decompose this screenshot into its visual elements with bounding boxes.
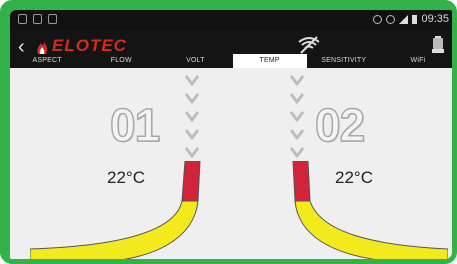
gauge-yellow-segment — [30, 200, 199, 259]
notification-icon — [33, 14, 42, 24]
sensor-number-01: 01 — [109, 98, 161, 152]
temperature-gauge-01 — [30, 161, 201, 259]
battery-icon[interactable] — [431, 36, 445, 54]
sensor-number-02: 02 — [314, 98, 366, 152]
gauge-yellow-segment — [294, 200, 448, 259]
tab-aspect[interactable]: ASPECT — [10, 54, 84, 68]
logo-mark-icon — [37, 42, 48, 54]
chevron-down-icon — [289, 75, 305, 158]
chevron-down-icon — [184, 75, 200, 158]
notification-icons — [18, 14, 57, 24]
status-bar: 09:35 — [10, 10, 452, 30]
status-time: 09:35 — [421, 13, 449, 25]
status-indicators: 09:35 — [373, 13, 449, 25]
logo-text: ELOTEC — [52, 36, 127, 55]
app-screen: 09:35 ‹ ELOTEC ASPECT FLOW VOLT TEMP SEN… — [10, 10, 452, 259]
notification-icon — [48, 14, 57, 24]
tab-temp[interactable]: TEMP — [232, 54, 307, 68]
alarm-icon — [373, 14, 383, 24]
elotec-logo: ELOTEC — [35, 36, 127, 56]
gauge-red-segment — [292, 161, 311, 202]
signal-icon — [399, 14, 409, 24]
tab-flow[interactable]: FLOW — [84, 54, 158, 68]
tab-bar: ASPECT FLOW VOLT TEMP SENSITIVITY WiFi — [10, 54, 452, 68]
wifi-status-icon — [386, 14, 396, 24]
tab-volt[interactable]: VOLT — [158, 54, 232, 68]
tab-wifi[interactable]: WiFi — [381, 54, 452, 68]
temp-panel: 01 02 22°C 22°C — [10, 68, 452, 259]
tab-sensitivity[interactable]: SENSITIVITY — [307, 54, 381, 68]
device-frame: 09:35 ‹ ELOTEC ASPECT FLOW VOLT TEMP SEN… — [0, 0, 457, 264]
wifi-slash-icon[interactable] — [297, 36, 321, 54]
notification-icon — [18, 14, 27, 24]
battery-status-icon — [412, 14, 418, 24]
temperature-gauge-02 — [292, 161, 448, 259]
gauge-red-segment — [181, 161, 201, 202]
